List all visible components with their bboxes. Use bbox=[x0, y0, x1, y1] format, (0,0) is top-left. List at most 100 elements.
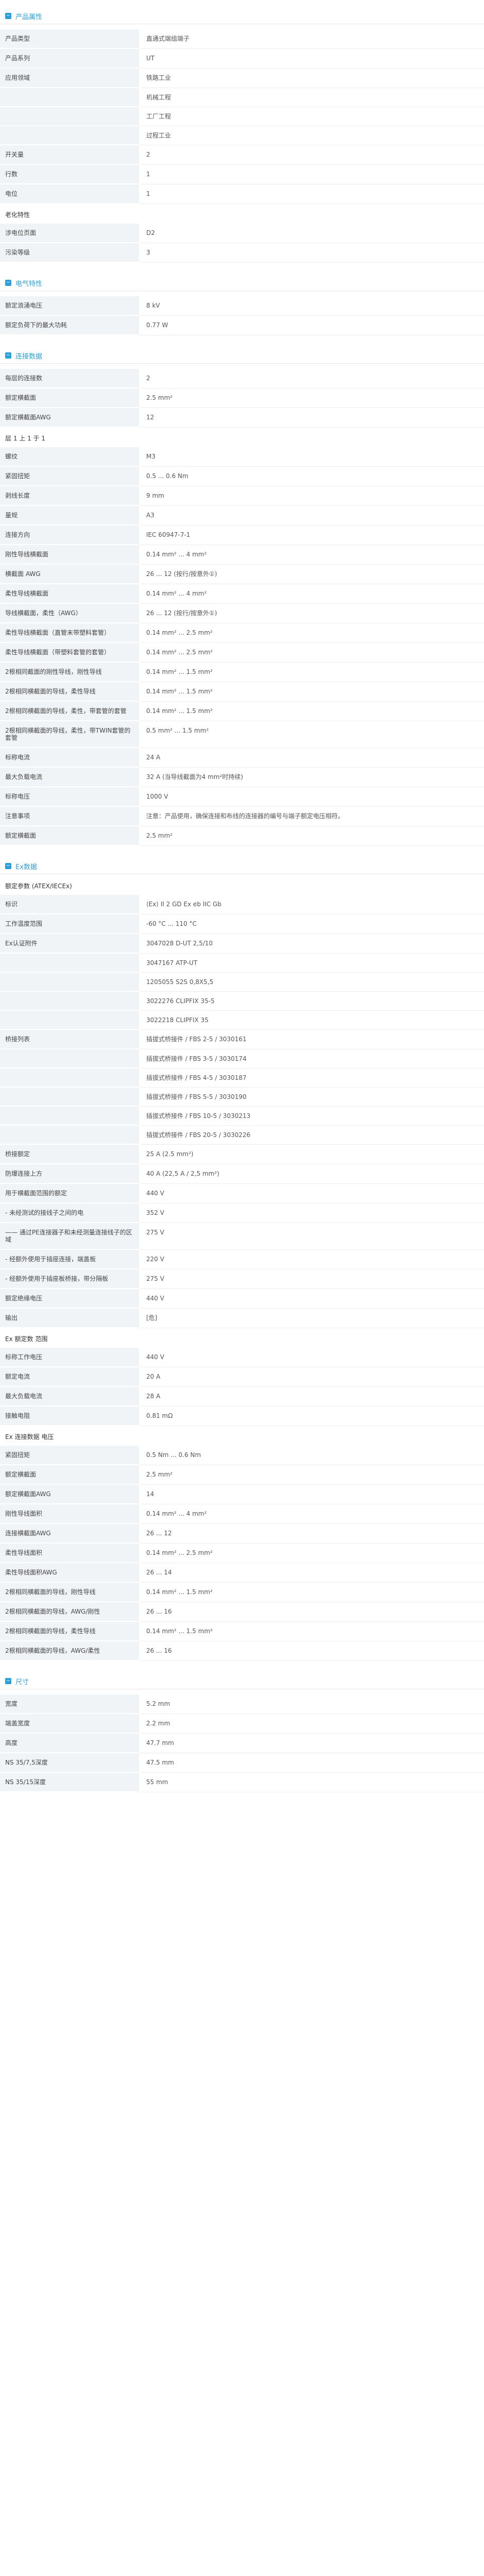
spec-key: 开关量 bbox=[0, 145, 139, 165]
section-toggle-icon[interactable]: − bbox=[5, 280, 11, 286]
spec-value: 26 ... 14 bbox=[139, 1563, 484, 1583]
section-header[interactable]: − 连接数据 bbox=[0, 348, 484, 364]
section-title: 产品属性 bbox=[15, 13, 43, 21]
spec-value: [危] bbox=[139, 1309, 484, 1328]
spec-value: ⟨Ex⟩ II 2 GD Ex eb IIC Gb bbox=[139, 895, 484, 914]
spec-key bbox=[0, 954, 139, 973]
spec-key bbox=[0, 107, 139, 126]
spec-row: 额定电流 20 A bbox=[0, 1367, 484, 1387]
spec-key: 螺纹 bbox=[0, 447, 139, 467]
spec-value: M3 bbox=[139, 447, 484, 467]
spec-key: 2根相同横截面的导线，刚性导线 bbox=[0, 1583, 139, 1602]
spec-value: 0.14 mm² ... 4 mm² bbox=[139, 545, 484, 565]
spec-key: 输出 bbox=[0, 1309, 139, 1328]
spec-row: 过程工业 bbox=[0, 126, 484, 145]
spec-row: 工作温度范围 -60 °C ... 110 °C bbox=[0, 914, 484, 934]
spec-key: 额定浪涌电压 bbox=[0, 296, 139, 316]
spec-row: 2根相同横截面的导线，刚性导线 0.14 mm² ... 1.5 mm² bbox=[0, 1583, 484, 1602]
spec-row: 量规 A3 bbox=[0, 506, 484, 526]
spec-value: 440 V bbox=[139, 1289, 484, 1309]
spec-value: 工厂工程 bbox=[139, 107, 484, 126]
spec-key: 每层的连接数 bbox=[0, 369, 139, 388]
spec-key: 连接横截面AWG bbox=[0, 1524, 139, 1544]
spec-value: 0.77 W bbox=[139, 316, 484, 335]
group-subtitle: 额定参数 (ATEX/IECEx) bbox=[5, 883, 72, 890]
spec-key: 柔性导线横截面（带塑料套管的套管） bbox=[0, 643, 139, 663]
spec-value: 47.5 mm bbox=[139, 1753, 484, 1773]
spec-row: 最大负载电流 28 A bbox=[0, 1387, 484, 1406]
spec-value: 插拔式桥接件 / FBS 5-5 / 3030190 bbox=[139, 1088, 484, 1107]
spec-row: 标称电流 24 A bbox=[0, 748, 484, 768]
spec-row: 2根相同横截面的导线，柔性导线 0.14 mm² ... 1.5 mm² bbox=[0, 682, 484, 702]
spec-value: 0.14 mm² ... 1.5 mm² bbox=[139, 702, 484, 721]
spec-row: 1205055 S2S 0,8X5,5 bbox=[0, 973, 484, 992]
spec-key: 标识 bbox=[0, 895, 139, 914]
spec-row: 高度 47.7 mm bbox=[0, 1734, 484, 1753]
spec-key: 注意事项 bbox=[0, 807, 139, 826]
spec-key: 防爆连接上方 bbox=[0, 1164, 139, 1184]
spec-key: 2根相同横截面的导线，柔性，带TWIN套管的套管 bbox=[0, 721, 139, 748]
spec-key: 柔性导线横截面（直管末带塑料套管） bbox=[0, 623, 139, 643]
spec-key: NS 35/7,5深度 bbox=[0, 1753, 139, 1773]
spec-row: 标识 ⟨Ex⟩ II 2 GD Ex eb IIC Gb bbox=[0, 895, 484, 914]
section-toggle-icon[interactable]: − bbox=[5, 1678, 11, 1684]
spec-key: 最大负载电流 bbox=[0, 768, 139, 787]
spec-key: 额定横截面AWG bbox=[0, 408, 139, 428]
section-toggle-icon[interactable]: − bbox=[5, 352, 11, 359]
spec-row: 额定横截面 2.5 mm² bbox=[0, 1465, 484, 1485]
section-header[interactable]: − 产品属性 bbox=[0, 8, 484, 24]
spec-row: NS 35/7,5深度 47.5 mm bbox=[0, 1753, 484, 1773]
spec-value: 26 ... 16 bbox=[139, 1641, 484, 1661]
section-header[interactable]: − 电气特性 bbox=[0, 275, 484, 291]
spec-row: 2根相同横截面的导线，柔性，带套管的套管 0.14 mm² ... 1.5 mm² bbox=[0, 702, 484, 721]
spec-key: 刚性导线横截面 bbox=[0, 545, 139, 565]
spec-value: 3022276 CLIPFIX 35-5 bbox=[139, 992, 484, 1011]
spec-row: 3022276 CLIPFIX 35-5 bbox=[0, 992, 484, 1011]
spec-row: Ex认证附件 3047028 D-UT 2,5/10 bbox=[0, 934, 484, 954]
spec-key: 柔性导线面积AWG bbox=[0, 1563, 139, 1583]
spec-value: 2.5 mm² bbox=[139, 388, 484, 408]
section-toggle-icon[interactable]: − bbox=[5, 13, 11, 19]
spec-key: 2根相同横截面的导线，柔性导线 bbox=[0, 1622, 139, 1641]
spec-value: 过程工业 bbox=[139, 126, 484, 145]
spec-key: 涉电位页面 bbox=[0, 224, 139, 243]
spec-row: 柔性导线面积 0.14 mm² ... 2.5 mm² bbox=[0, 1544, 484, 1563]
spec-row: 横截面 AWG 26 ... 12 (按行/按意外①) bbox=[0, 565, 484, 584]
spec-value: 5.2 mm bbox=[139, 1694, 484, 1714]
spec-row: 插拔式桥接件 / FBS 20-5 / 3030226 bbox=[0, 1126, 484, 1145]
spec-value: 0.5 Nm ... 0.6 Nm bbox=[139, 1446, 484, 1465]
spec-value: 9 mm bbox=[139, 486, 484, 506]
spec-key: 端盖宽度 bbox=[0, 1714, 139, 1734]
spec-key: 额定横截面AWG bbox=[0, 1485, 139, 1504]
spec-value: 8 kV bbox=[139, 296, 484, 316]
spec-value: 插拔式桥接件 / FBS 3-5 / 3030174 bbox=[139, 1049, 484, 1069]
spec-value: 0.14 mm² ... 4 mm² bbox=[139, 584, 484, 604]
spec-row: NS 35/15深度 55 mm bbox=[0, 1773, 484, 1792]
spec-key: 额定绝缘电压 bbox=[0, 1289, 139, 1309]
spec-value: 26 ... 16 bbox=[139, 1602, 484, 1622]
spec-value: 20 A bbox=[139, 1367, 484, 1387]
spec-row: 柔性导线横截面（直管末带塑料套管） 0.14 mm² ... 2.5 mm² bbox=[0, 623, 484, 643]
section-header[interactable]: − 尺寸 bbox=[0, 1673, 484, 1689]
spec-value: 1000 V bbox=[139, 787, 484, 807]
spec-row: —— 通过PE连接器子和未经测量连接线子的区域 275 V bbox=[0, 1223, 484, 1250]
section-header[interactable]: − Ex数据 bbox=[0, 858, 484, 874]
spec-row: 额定横截面 2.5 mm² bbox=[0, 826, 484, 846]
spec-row: 2根相同横截面的导线，柔性，带TWIN套管的套管 0.5 mm² ... 1.5 … bbox=[0, 721, 484, 748]
spec-value: 25 A (2.5 mm²) bbox=[139, 1145, 484, 1164]
spec-key bbox=[0, 88, 139, 107]
spec-row: 额定横截面 2.5 mm² bbox=[0, 388, 484, 408]
spec-value: 28 A bbox=[139, 1387, 484, 1406]
product-spec-page: − 产品属性 产品类型 直通式端组端子 产品系列 UT 应用领域 铁路工业 机械工程 工厂工程 过程… bbox=[0, 0, 484, 1812]
spec-row: 标称工作电压 440 V bbox=[0, 1348, 484, 1367]
spec-row: 插拔式桥接件 / FBS 3-5 / 3030174 bbox=[0, 1049, 484, 1069]
spec-value: 3047167 ATP-UT bbox=[139, 954, 484, 973]
section-toggle-icon[interactable]: − bbox=[5, 863, 11, 869]
spec-row: 每层的连接数 2 bbox=[0, 369, 484, 388]
spec-key: 宽度 bbox=[0, 1694, 139, 1714]
spec-key: 标称工作电压 bbox=[0, 1348, 139, 1367]
spec-value: 0.14 mm² ... 1.5 mm² bbox=[139, 1583, 484, 1602]
spec-row: 柔性导线横截面 0.14 mm² ... 4 mm² bbox=[0, 584, 484, 604]
spec-row: 宽度 5.2 mm bbox=[0, 1694, 484, 1714]
